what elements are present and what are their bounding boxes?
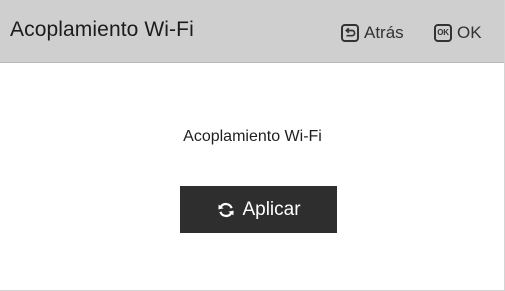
wifi-pairing-window: Acoplamiento Wi-Fi Atrás OK OK Acoplamie… — [0, 0, 505, 291]
ok-label: OK — [457, 23, 482, 42]
apply-button-label: Aplicar — [242, 198, 301, 220]
back-button[interactable]: Atrás — [341, 22, 404, 44]
back-label: Atrás — [364, 23, 404, 42]
refresh-icon — [216, 200, 236, 220]
ok-button[interactable]: OK OK — [434, 22, 482, 44]
apply-button[interactable]: Aplicar — [180, 186, 337, 233]
header-bar: Acoplamiento Wi-Fi Atrás OK OK — [0, 0, 504, 63]
back-key-icon — [341, 24, 359, 42]
page-title: Acoplamiento Wi-Fi — [10, 18, 194, 41]
wifi-pairing-label: Acoplamiento Wi-Fi — [183, 128, 322, 145]
ok-key-icon: OK — [434, 24, 452, 42]
